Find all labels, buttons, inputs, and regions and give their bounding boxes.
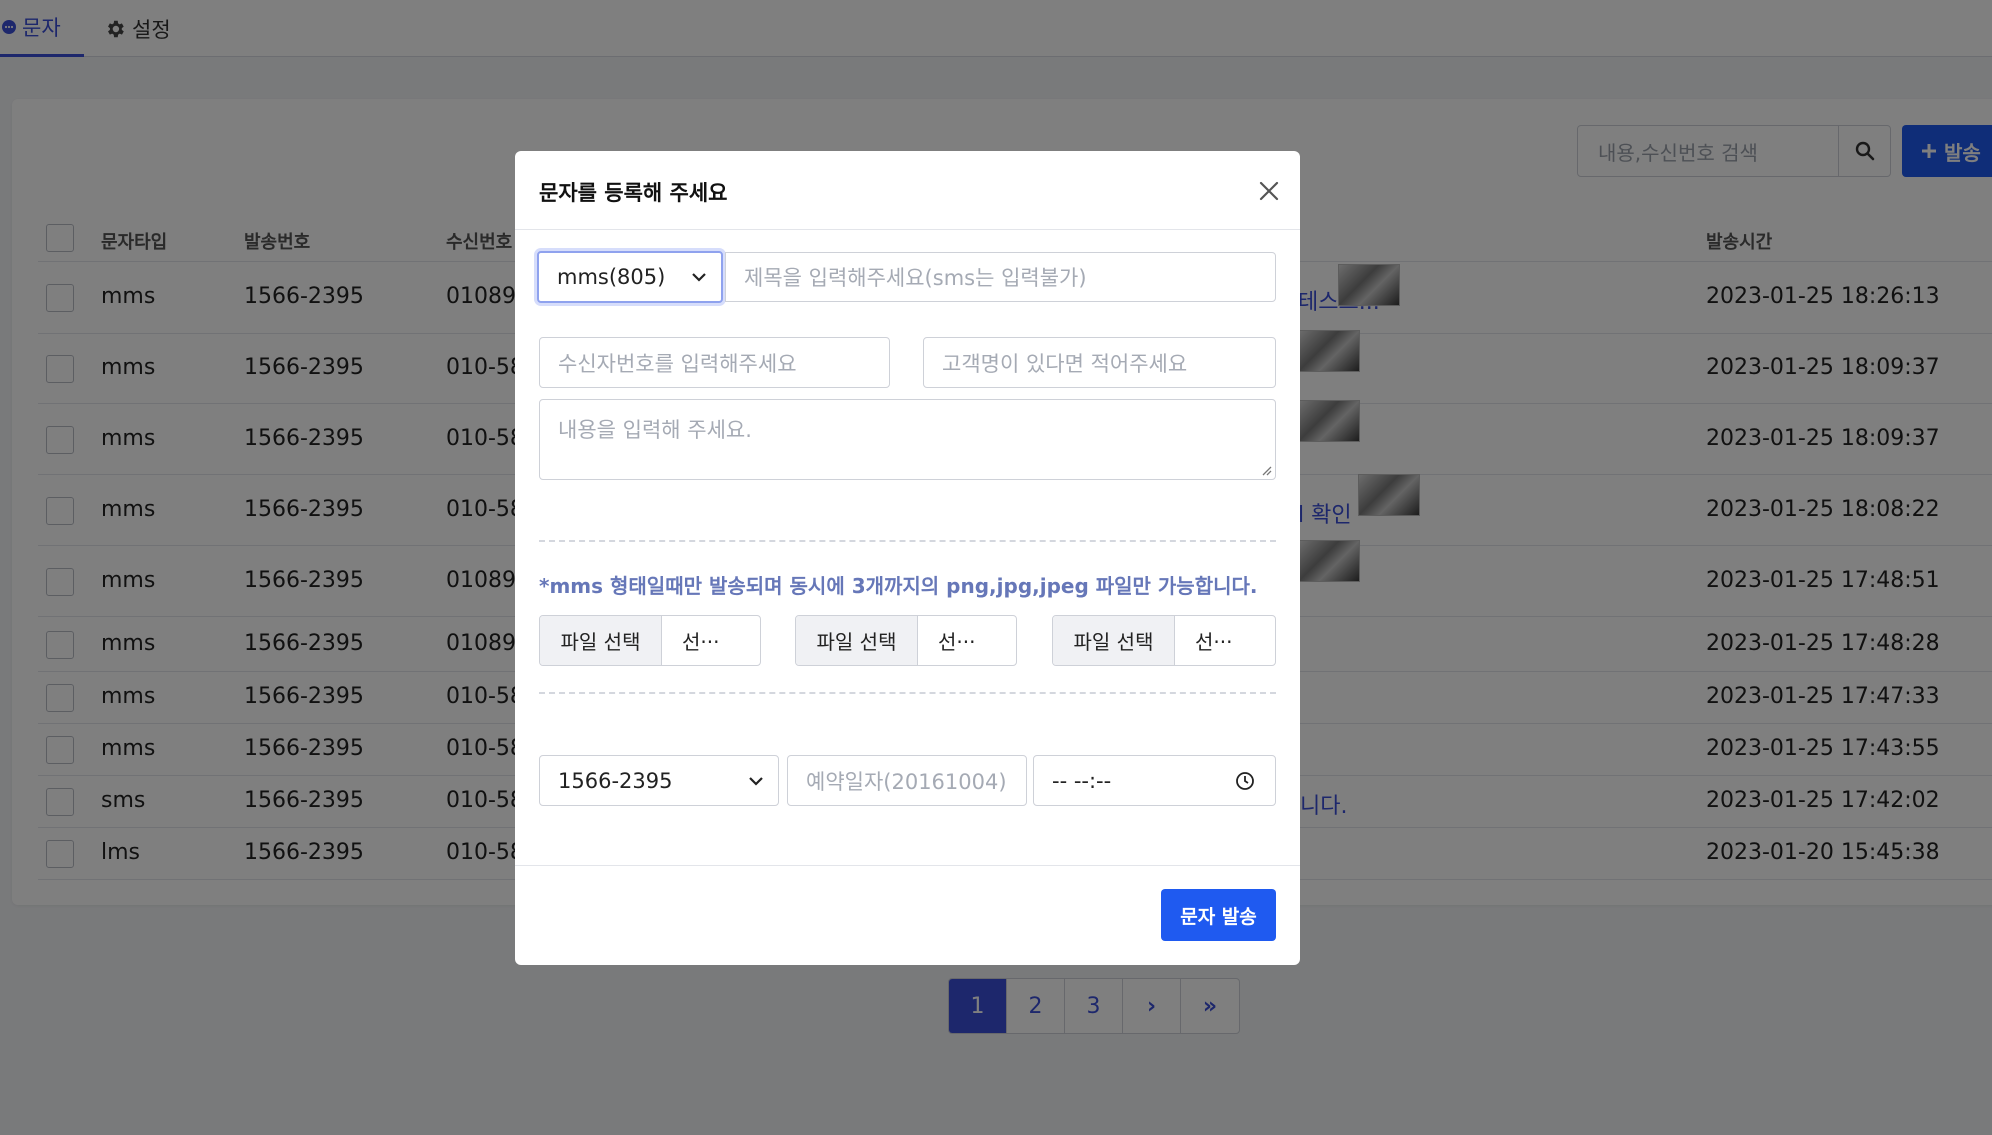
customer-name-input[interactable]: 고객명이 있다면 적어주세요 [923,337,1276,388]
message-type-value: mms(805) [557,265,666,289]
file-input-3[interactable]: 파일 선택 선··· [1052,615,1276,666]
sms-register-modal: 문자를 등록해 주세요 mms(805) 제목을 입력해주세요(sms는 입력불… [515,151,1300,965]
attachment-notice: *mms 형태일때만 발송되며 동시에 3개까지의 png,jpg,jpeg 파… [539,574,1258,598]
content-placeholder: 내용을 입력해 주세요. [558,418,752,442]
reservation-time-input[interactable]: -- --:-- [1033,755,1276,806]
content-textarea[interactable]: 내용을 입력해 주세요. [539,399,1276,480]
submit-sms-button[interactable]: 문자 발송 [1161,889,1276,941]
message-type-select[interactable]: mms(805) [537,251,723,303]
file-input-1[interactable]: 파일 선택 선··· [539,615,761,666]
file-input-2[interactable]: 파일 선택 선··· [795,615,1017,666]
recipient-placeholder: 수신자번호를 입력해주세요 [558,351,797,376]
section-divider-2 [539,692,1276,694]
file-name-3: 선··· [1195,630,1233,654]
subject-placeholder: 제목을 입력해주세요(sms는 입력불가) [744,266,1087,290]
file-select-button-2[interactable]: 파일 선택 [796,616,918,665]
file-select-button-3[interactable]: 파일 선택 [1053,616,1175,665]
modal-header: 문자를 등록해 주세요 [515,151,1300,230]
reservation-date-input[interactable]: 예약일자(20161004) [787,755,1027,806]
recipient-number-input[interactable]: 수신자번호를 입력해주세요 [539,337,890,388]
reservation-time-value: -- --:-- [1052,768,1112,793]
file-name-2: 선··· [938,630,976,654]
sender-number-value: 1566-2395 [558,768,673,793]
close-button[interactable] [1253,175,1285,207]
chevron-down-icon [749,776,763,786]
modal-footer-divider [515,865,1300,866]
section-divider [539,540,1276,542]
resize-handle-icon[interactable] [1260,464,1272,476]
file-name-1: 선··· [682,630,720,654]
reservation-date-placeholder: 예약일자(20161004) [806,769,1007,794]
customer-name-placeholder: 고객명이 있다면 적어주세요 [942,351,1188,376]
modal-title: 문자를 등록해 주세요 [539,181,728,205]
sender-number-select[interactable]: 1566-2395 [539,755,779,806]
clock-icon[interactable] [1235,771,1255,791]
subject-input[interactable]: 제목을 입력해주세요(sms는 입력불가) [725,252,1276,302]
file-select-button-1[interactable]: 파일 선택 [540,616,662,665]
close-icon [1259,181,1279,201]
chevron-down-icon [692,273,706,282]
